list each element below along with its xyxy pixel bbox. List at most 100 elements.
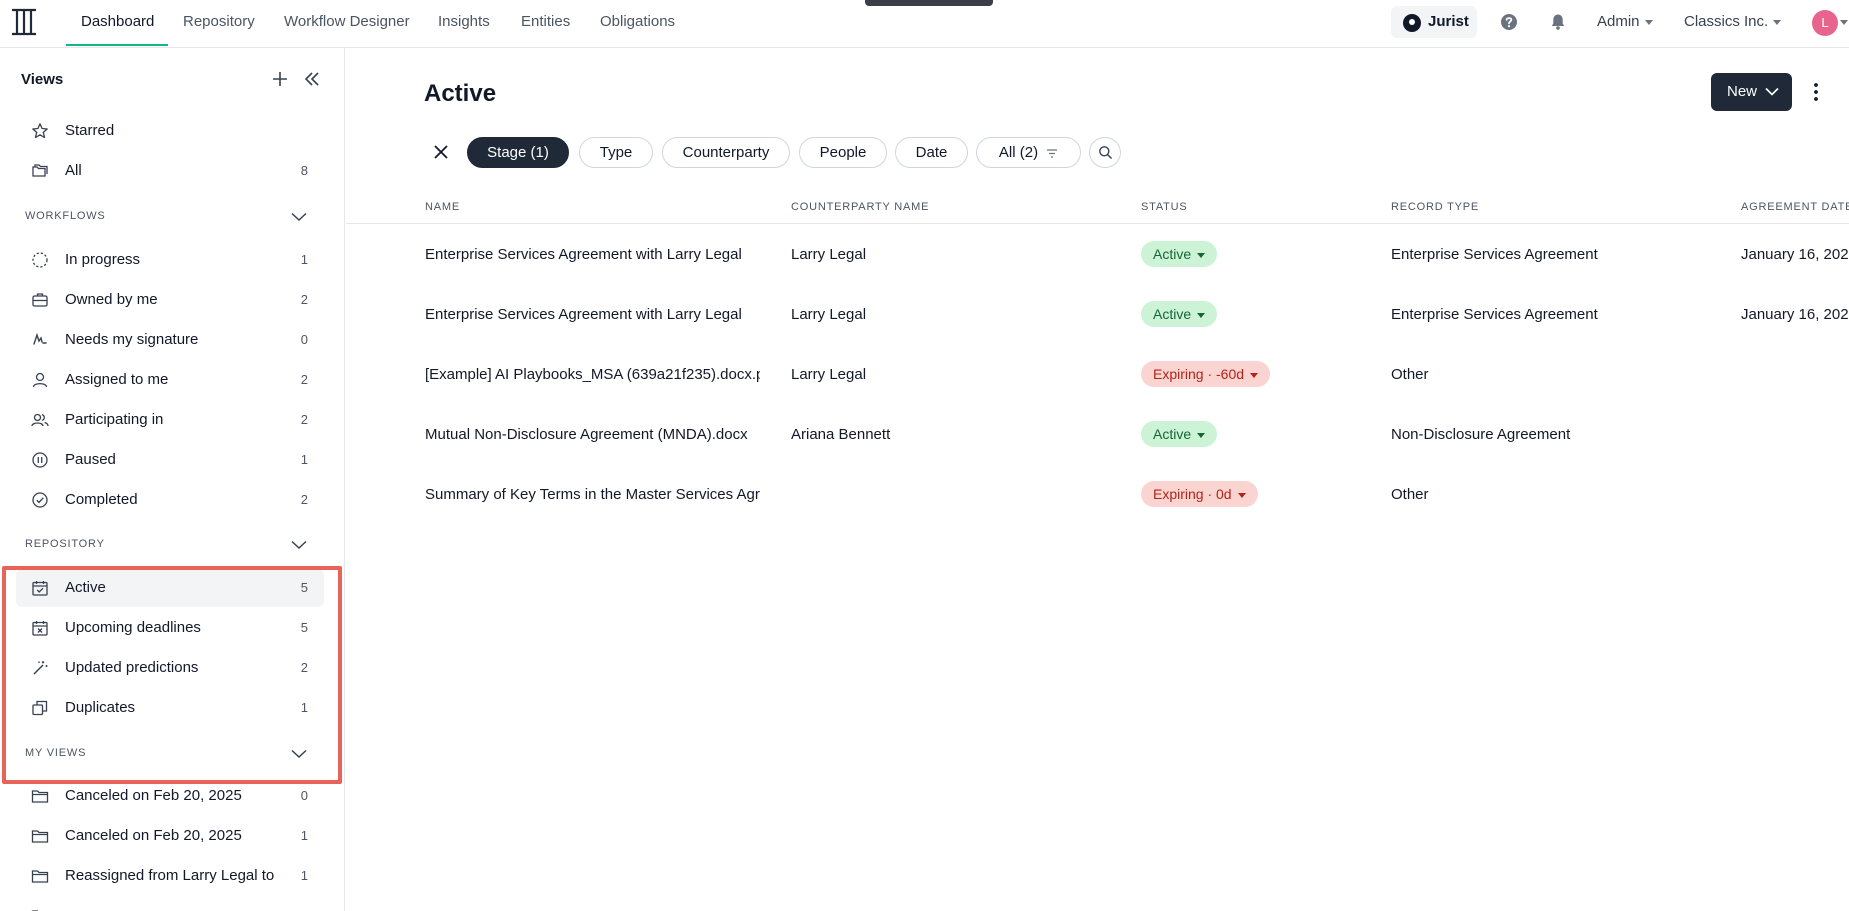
signature-icon bbox=[33, 332, 47, 345]
bell-icon[interactable] bbox=[1548, 12, 1568, 32]
status-badge[interactable]: Expiring · 0d bbox=[1141, 481, 1258, 507]
sidebar-item-my-view[interactable]: Reassigned from Larry Legal to 1 bbox=[16, 857, 324, 895]
status-badge[interactable]: Active bbox=[1141, 421, 1218, 447]
filter-lines-icon bbox=[1047, 148, 1058, 158]
cell-name[interactable]: [Example] AI Playbooks_MSA (639a21f235).… bbox=[425, 366, 760, 383]
column-header-agreement-date[interactable]: AGREEMENT DATE bbox=[1741, 201, 1849, 213]
status-badge[interactable]: Expiring · -60d bbox=[1141, 361, 1271, 387]
sidebar-item-my-view[interactable]: Canceled on Feb 20, 2025 0 bbox=[16, 777, 324, 815]
new-button[interactable]: New bbox=[1711, 73, 1792, 111]
search-button[interactable] bbox=[1089, 137, 1121, 168]
sidebar-item-label: Participating in bbox=[65, 411, 164, 428]
sidebar-item-count: 1 bbox=[300, 868, 308, 883]
cell-counterparty: Larry Legal bbox=[791, 366, 867, 383]
clear-filters-icon[interactable] bbox=[432, 143, 450, 161]
filter-counterparty[interactable]: Counterparty bbox=[662, 137, 790, 168]
sidebar-item-active[interactable]: Active 5 bbox=[16, 569, 324, 607]
org-dropdown[interactable]: Classics Inc. bbox=[1684, 13, 1782, 30]
avatar[interactable]: L bbox=[1812, 10, 1838, 36]
filter-label: All (2) bbox=[998, 144, 1039, 161]
page-title: Active bbox=[424, 80, 497, 107]
copy-icon bbox=[32, 700, 48, 716]
cell-name[interactable]: Mutual Non-Disclosure Agreement (MNDA).d… bbox=[425, 426, 760, 443]
avatar-chevron-icon[interactable] bbox=[1840, 20, 1848, 25]
sidebar-item-label: All bbox=[65, 162, 82, 179]
cell-record-type: Other bbox=[1391, 486, 1429, 503]
column-header-status[interactable]: STATUS bbox=[1141, 201, 1188, 213]
sidebar-item-count: 1 bbox=[300, 252, 308, 267]
collapse-sidebar-icon[interactable] bbox=[303, 70, 321, 88]
chevron-down-icon[interactable] bbox=[291, 749, 307, 759]
cell-name[interactable]: Enterprise Services Agreement with Larry… bbox=[425, 306, 760, 323]
sidebar-item-updated-predictions[interactable]: Updated predictions 2 bbox=[16, 649, 324, 687]
sidebar-item-upcoming-deadlines[interactable]: Upcoming deadlines 5 bbox=[16, 609, 324, 647]
sidebar-item-label: Needs my signature bbox=[65, 331, 199, 348]
status-badge[interactable]: Active bbox=[1141, 301, 1218, 327]
sidebar-item-label: Canceled on Feb 20, 2025 bbox=[65, 787, 242, 804]
filter-label: Date bbox=[915, 144, 948, 161]
more-options-icon[interactable] bbox=[1812, 82, 1820, 102]
tab-entities[interactable]: Entities bbox=[521, 0, 570, 47]
filter-type[interactable]: Type bbox=[579, 137, 653, 168]
tab-insights[interactable]: Insights bbox=[438, 0, 490, 47]
sidebar-item-paused[interactable]: Paused 1 bbox=[16, 441, 324, 479]
filter-label: Stage (1) bbox=[487, 144, 549, 161]
tab-repository[interactable]: Repository bbox=[183, 0, 255, 47]
help-icon[interactable] bbox=[1499, 12, 1519, 32]
sidebar-item-my-view[interactable] bbox=[16, 897, 324, 911]
filter-label: Type bbox=[599, 144, 633, 161]
filter-label: Counterparty bbox=[682, 144, 770, 161]
chevron-down-icon bbox=[1644, 19, 1653, 25]
add-view-icon[interactable] bbox=[271, 70, 289, 88]
sidebar-item-count: 5 bbox=[300, 620, 308, 635]
cell-record-type: Enterprise Services Agreement bbox=[1391, 306, 1598, 323]
tab-workflow-designer[interactable]: Workflow Designer bbox=[284, 0, 410, 47]
sidebar-item-needs-my-signature[interactable]: Needs my signature 0 bbox=[16, 321, 324, 359]
users-icon bbox=[31, 413, 49, 427]
pause-circle-icon bbox=[32, 452, 48, 468]
jurist-button[interactable]: Jurist bbox=[1391, 6, 1477, 38]
sidebar-item-my-view[interactable]: Canceled on Feb 20, 2025 1 bbox=[16, 817, 324, 855]
filter-date[interactable]: Date bbox=[895, 137, 968, 168]
sidebar-item-count: 8 bbox=[300, 163, 308, 178]
sidebar-item-starred[interactable]: Starred bbox=[16, 112, 324, 150]
chevron-down-icon[interactable] bbox=[291, 212, 307, 222]
app-logo-icon[interactable] bbox=[9, 6, 39, 38]
status-label: Active bbox=[1153, 426, 1192, 442]
caret-down-icon bbox=[1197, 252, 1206, 258]
sidebar-item-count: 0 bbox=[300, 788, 308, 803]
cell-name[interactable]: Enterprise Services Agreement with Larry… bbox=[425, 246, 760, 263]
sidebar-item-all[interactable]: All 8 bbox=[16, 152, 324, 190]
caret-down-icon bbox=[1197, 312, 1206, 318]
cell-record-type: Non-Disclosure Agreement bbox=[1391, 426, 1571, 443]
column-header-record-type[interactable]: RECORD TYPE bbox=[1391, 201, 1479, 213]
sidebar-item-label: Reassigned from Larry Legal to bbox=[65, 867, 275, 884]
folder-icon bbox=[31, 830, 49, 843]
folders-icon bbox=[32, 164, 48, 177]
filter-people[interactable]: People bbox=[799, 137, 887, 168]
search-icon bbox=[1099, 146, 1113, 160]
filter-all[interactable]: All (2) bbox=[976, 137, 1081, 168]
chevron-down-icon[interactable] bbox=[291, 540, 307, 550]
sidebar-item-owned-by-me[interactable]: Owned by me 2 bbox=[16, 281, 324, 319]
top-nav-bar: Dashboard Repository Workflow Designer I… bbox=[0, 0, 1849, 48]
status-badge[interactable]: Active bbox=[1141, 241, 1218, 267]
filter-stage[interactable]: Stage (1) bbox=[467, 137, 569, 168]
tab-obligations[interactable]: Obligations bbox=[600, 0, 675, 47]
check-circle-icon bbox=[32, 492, 48, 508]
briefcase-icon bbox=[32, 293, 48, 307]
sidebar-item-count: 2 bbox=[300, 372, 308, 387]
tab-dashboard[interactable]: Dashboard bbox=[81, 0, 154, 47]
sidebar-item-completed[interactable]: Completed 2 bbox=[16, 481, 324, 519]
sidebar-item-duplicates[interactable]: Duplicates 1 bbox=[16, 689, 324, 727]
jurist-label: Jurist bbox=[1428, 13, 1469, 30]
sidebar-item-assigned-to-me[interactable]: Assigned to me 2 bbox=[16, 361, 324, 399]
admin-dropdown[interactable]: Admin bbox=[1597, 13, 1653, 30]
column-header-name[interactable]: NAME bbox=[425, 201, 460, 213]
cell-name[interactable]: Summary of Key Terms in the Master Servi… bbox=[425, 486, 760, 503]
sidebar-item-in-progress[interactable]: In progress 1 bbox=[16, 241, 324, 279]
filter-label: People bbox=[819, 144, 867, 161]
column-header-counterparty[interactable]: COUNTERPARTY NAME bbox=[791, 201, 929, 213]
cell-counterparty: Ariana Bennett bbox=[791, 426, 891, 443]
sidebar-item-participating-in[interactable]: Participating in 2 bbox=[16, 401, 324, 439]
